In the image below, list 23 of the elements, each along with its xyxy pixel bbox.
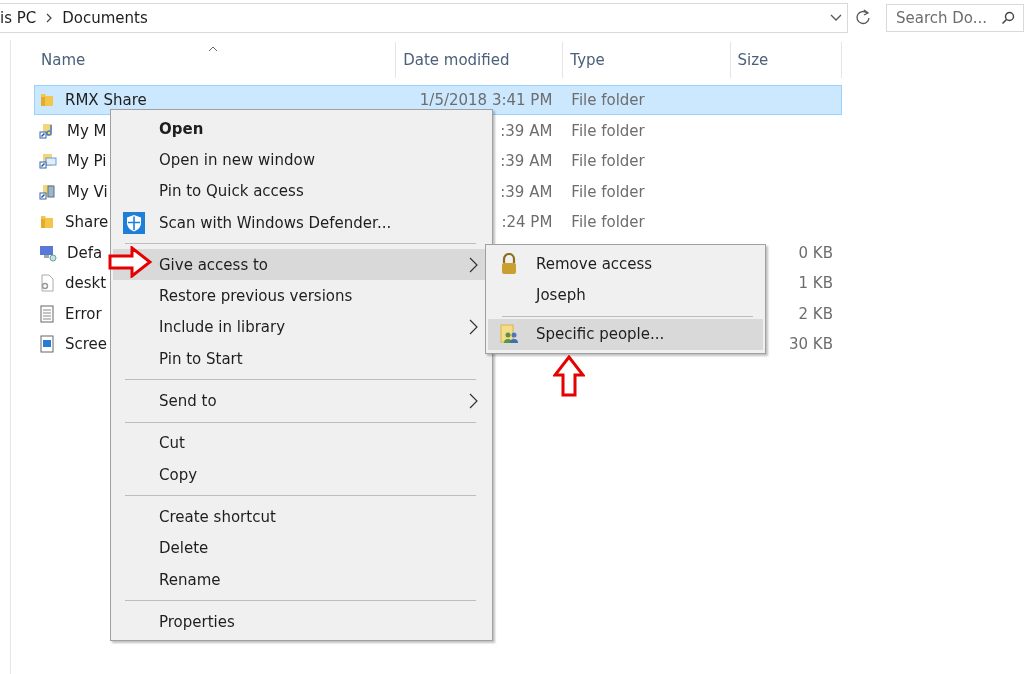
file-name: RMX Share — [65, 91, 147, 109]
file-type: File folder — [571, 182, 645, 201]
file-name: My M — [67, 121, 107, 140]
file-size: 1 KB — [798, 274, 833, 292]
date-modified: :39 AM — [500, 152, 553, 170]
file-name: Defa — [67, 243, 103, 262]
file-name: deskt — [65, 274, 107, 292]
date-modified: :24 PM — [501, 213, 553, 231]
file-name: Share — [65, 213, 109, 231]
file-type: File folder — [571, 152, 645, 170]
file-name: My Vi — [67, 182, 108, 201]
file-name: Scree — [65, 335, 108, 353]
file-size: 0 KB — [798, 243, 833, 262]
file-type: File folder — [571, 213, 645, 231]
file-type: File folder — [571, 121, 645, 140]
file-name: Error — [65, 304, 102, 323]
date-modified: :39 AM — [500, 121, 553, 140]
date-modified: :39 AM — [500, 182, 553, 201]
date-modified: 1/5/2018 3:41 PM — [419, 91, 553, 109]
file-size: 2 KB — [798, 304, 833, 323]
file-type: File folder — [571, 91, 645, 109]
file-size: 30 KB — [789, 335, 833, 353]
file-name: My Pi — [67, 152, 107, 170]
